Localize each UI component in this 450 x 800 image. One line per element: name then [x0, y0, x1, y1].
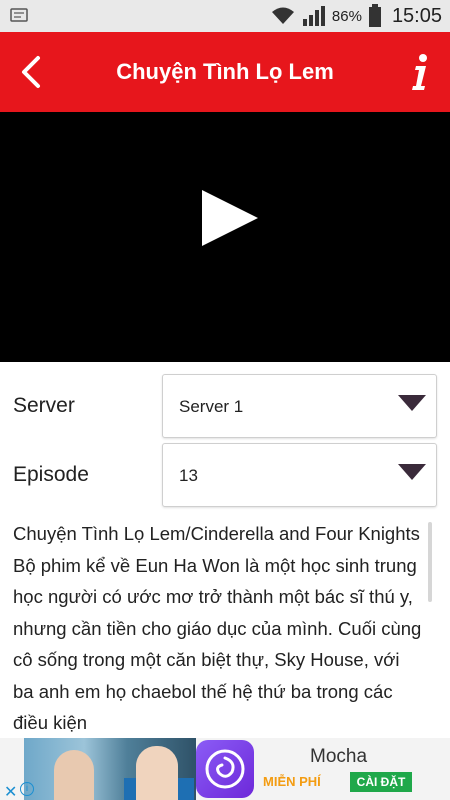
- battery-percentage: 86%: [331, 7, 362, 25]
- ad-free-label: MIỄN PHÍ: [263, 774, 321, 789]
- back-arrow-icon[interactable]: [16, 54, 48, 90]
- ad-person-image: [54, 750, 94, 800]
- video-player[interactable]: [0, 112, 450, 362]
- signal-icon: [302, 6, 325, 26]
- episode-select[interactable]: 13: [162, 443, 437, 507]
- ad-close-icon[interactable]: ✕: [4, 782, 17, 800]
- page-title: Chuyện Tình Lọ Lem: [116, 59, 334, 84]
- description-text: Chuyện Tình Lọ Lem/Cinderella and Four K…: [13, 523, 422, 733]
- ad-app-name: Mocha: [310, 746, 368, 767]
- mocha-app-icon[interactable]: [196, 740, 254, 798]
- battery-icon: [368, 4, 381, 27]
- play-icon[interactable]: [200, 188, 260, 248]
- server-select[interactable]: Server 1: [162, 374, 437, 438]
- ad-install-button[interactable]: CÀI ĐẶT: [350, 772, 412, 792]
- description-scrollbar[interactable]: [428, 522, 432, 602]
- chevron-down-icon: [398, 464, 426, 480]
- clock: 15:05: [391, 4, 442, 27]
- episode-label: Episode: [13, 463, 89, 486]
- mocha-swirl-icon: [205, 749, 245, 789]
- server-label: Server: [13, 394, 75, 417]
- notification-icon: [10, 8, 28, 22]
- ad-person-image: [136, 746, 178, 800]
- status-bar: 86% 15:05: [0, 0, 450, 32]
- info-icon[interactable]: [408, 52, 432, 92]
- episode-value: 13: [179, 466, 198, 485]
- ad-image[interactable]: [24, 738, 196, 800]
- chevron-down-icon: [398, 395, 426, 411]
- server-value: Server 1: [179, 397, 244, 416]
- ad-banner[interactable]: ✕ i Mocha MIỄN PHÍ CÀI ĐẶT: [0, 738, 450, 800]
- app-header: Chuyện Tình Lọ Lem: [0, 32, 450, 112]
- ad-info-icon[interactable]: i: [20, 782, 34, 796]
- wifi-icon: [271, 7, 294, 24]
